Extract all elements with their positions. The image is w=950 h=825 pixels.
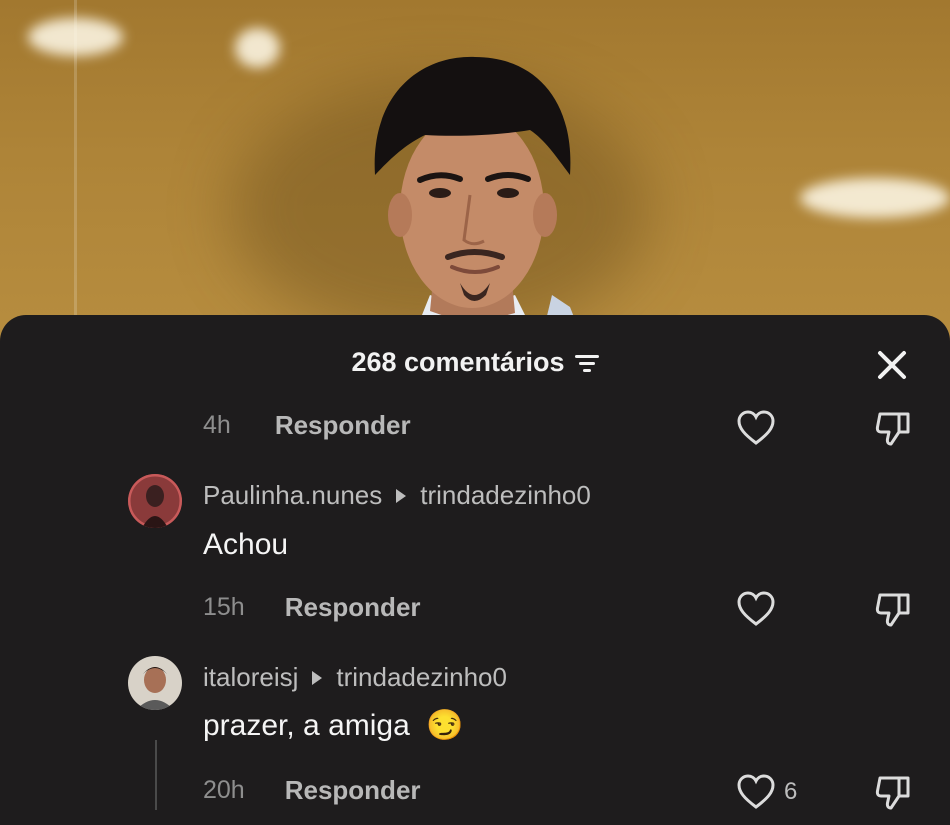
dislike-icon[interactable] [873,408,913,448]
thread-line [155,740,157,810]
comment-username[interactable]: Paulinha.nunes [203,480,382,511]
reply-arrow-icon [396,488,407,503]
comment-user-row: italoreisj trindadezinho0 [203,662,507,693]
comments-title[interactable]: 268 comentários [0,347,950,378]
filter-icon[interactable] [574,353,599,373]
comment-body: prazer, a amiga [203,709,410,742]
heart-icon[interactable] [736,591,776,627]
reply-button[interactable]: Responder [285,775,421,806]
comment-user-row: Paulinha.nunes trindadezinho0 [203,480,591,511]
comment-meta: 4h Responder [203,410,411,441]
comment-meta: 15h Responder [203,592,421,623]
reply-button[interactable]: Responder [275,410,411,441]
reply-to-username[interactable]: trindadezinho0 [336,662,507,693]
comment-meta: 20h Responder [203,775,421,806]
avatar[interactable] [128,474,182,528]
smirk-emoji: 😏 [426,709,464,742]
like-count: 6 [784,778,798,805]
comment-time: 4h [203,411,231,439]
reply-arrow-icon [312,670,323,685]
heart-icon[interactable] [736,774,776,810]
comment-text: Achou [203,528,289,561]
person-portrait [374,56,585,345]
dislike-icon[interactable] [873,589,913,629]
comment-time: 20h [203,776,245,804]
reply-to-username[interactable]: trindadezinho0 [420,480,591,511]
comment-time: 15h [203,593,245,621]
sheet-header: 268 comentários [0,343,950,383]
heart-icon[interactable] [736,410,776,446]
close-icon[interactable] [872,345,912,385]
comment-username[interactable]: italoreisj [203,662,298,693]
comment-text: prazer, a amiga 😏 [203,708,463,743]
reply-button[interactable]: Responder [285,592,421,623]
light-glare [800,178,950,218]
comments-sheet: 268 comentários [0,315,950,825]
comment-count: 268 comentários [351,347,565,377]
light-glare [235,28,280,68]
avatar[interactable] [128,656,182,710]
light-glare [28,18,123,56]
background-photo [0,0,950,345]
dislike-icon[interactable] [873,772,913,812]
